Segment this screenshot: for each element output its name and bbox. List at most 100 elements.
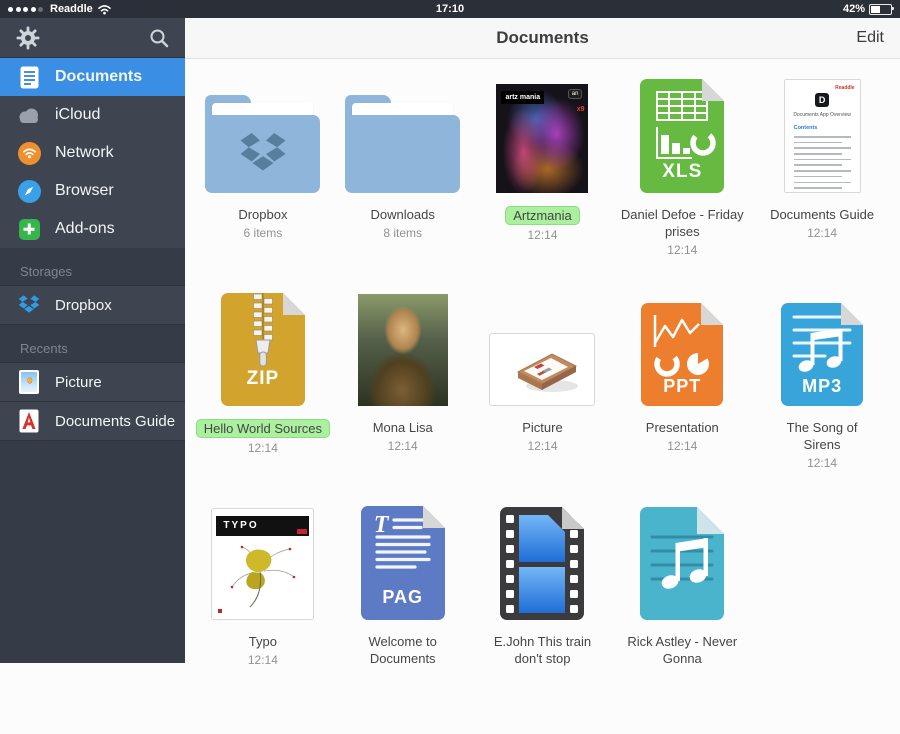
file-meta: 12:14	[388, 439, 418, 453]
file-name: Downloads	[371, 206, 435, 223]
file-name: Picture	[522, 419, 562, 436]
poster-an-badge: an	[568, 89, 583, 99]
file-meta: 12:14	[667, 439, 697, 453]
zip-label: ZIP	[221, 368, 305, 390]
pag-label: PAG	[361, 587, 445, 608]
pag-t-glyph: T	[374, 512, 389, 539]
poster-logo-text: artz mania	[501, 91, 544, 104]
settings-gear-icon[interactable]	[16, 26, 40, 50]
sidebar-item-browser[interactable]: Browser	[0, 172, 185, 210]
file-name: Typo	[249, 633, 277, 650]
file-meta: 12:14	[527, 228, 557, 242]
tile-artzmania[interactable]: artz mania an x9 Artzmania 12:14	[473, 77, 613, 290]
file-name: Daniel Defoe - Friday prises	[620, 206, 744, 240]
folder-icon	[345, 95, 460, 193]
clock: 17:10	[0, 3, 900, 15]
sidebar-item-icloud[interactable]: iCloud	[0, 96, 185, 134]
guide-app-icon: D	[815, 93, 829, 107]
file-name: The Song of Sirens	[772, 419, 872, 453]
sidebar-item-label: iCloud	[55, 106, 100, 124]
sidebar-item-label: Browser	[55, 182, 114, 200]
edit-button[interactable]: Edit	[856, 29, 884, 47]
sidebar-item-documents-guide[interactable]: Documents Guide	[0, 401, 185, 441]
guide-toc-lines	[794, 136, 851, 193]
sidebar-item-documents[interactable]: Documents	[0, 58, 185, 96]
ppt-label: PPT	[641, 376, 723, 397]
sidebar-header	[0, 18, 185, 58]
file-meta: 12:14	[527, 439, 557, 453]
tile-zip[interactable]: ZIP Hello World Sources 12:14	[193, 290, 333, 504]
file-name: Dropbox	[238, 206, 287, 223]
file-meta: 12:14	[667, 243, 697, 257]
video-file-icon	[500, 507, 584, 620]
magazine-thumbnail: TYPO	[211, 508, 314, 620]
file-grid: Dropbox 6 items Downloads 8 items artz m…	[185, 59, 900, 734]
sidebar-item-label: Add-ons	[55, 220, 115, 238]
tile-rick-astley[interactable]: Rick Astley - Never Gonna	[612, 504, 752, 734]
pag-file-icon: T PAG	[361, 506, 445, 620]
file-name: Presentation	[646, 419, 719, 436]
ppt-file-icon: PPT	[641, 303, 723, 406]
documents-page-icon	[16, 64, 42, 90]
dropbox-folder-icon	[205, 95, 320, 193]
pdf-icon	[16, 408, 42, 434]
tile-dropbox-folder[interactable]: Dropbox 6 items	[193, 77, 333, 290]
typo-title-text: TYPO	[223, 520, 258, 531]
picture-thumbnail-icon	[16, 369, 42, 395]
guide-brand-text: Readdle	[835, 85, 854, 91]
file-meta: 12:14	[248, 653, 278, 667]
tile-mona-lisa[interactable]: Mona Lisa 12:14	[333, 290, 473, 504]
sidebar-item-label: Network	[55, 144, 114, 162]
section-title-recents: Recents	[0, 325, 185, 362]
painting-thumbnail	[358, 294, 448, 406]
sidebar-item-addons[interactable]: Add-ons	[0, 210, 185, 248]
tile-downloads-folder[interactable]: Downloads 8 items	[333, 77, 473, 290]
tile-welcome-to-documents[interactable]: T PAG Welcome to Documents	[333, 504, 473, 734]
tile-typo[interactable]: TYPO Typo 12:14	[193, 504, 333, 734]
file-meta: 12:14	[248, 441, 278, 455]
page-title: Documents	[496, 28, 589, 48]
battery-percent: 42%	[843, 3, 865, 15]
sidebar: Documents iCloud Network	[0, 18, 185, 663]
status-bar: Readdle 17:10 42%	[0, 0, 900, 18]
search-icon[interactable]	[149, 28, 169, 48]
zip-file-icon: ZIP	[221, 293, 305, 406]
tile-picture[interactable]: Picture 12:14	[473, 290, 613, 504]
file-name: Welcome to Documents	[341, 633, 465, 667]
tile-xls[interactable]: XLS Daniel Defoe - Friday prises 12:14	[612, 77, 752, 290]
photo-thumbnail	[489, 333, 595, 406]
tile-video[interactable]: E.John This train don't stop	[473, 504, 613, 734]
sidebar-item-network[interactable]: Network	[0, 134, 185, 172]
section-title-storages: Storages	[0, 248, 185, 285]
file-meta: 12:14	[807, 226, 837, 240]
xls-file-icon: XLS	[640, 79, 724, 193]
audio-file-icon	[640, 507, 724, 620]
main-panel: Documents Edit Dropbox 6 items Downloads…	[185, 18, 900, 663]
tile-presentation[interactable]: PPT Presentation 12:14	[612, 290, 752, 504]
plus-addons-icon	[16, 216, 42, 242]
document-page-thumbnail: Readdle D Documents App Overview Content…	[784, 79, 861, 193]
sidebar-nav: Documents iCloud Network	[0, 58, 185, 248]
guide-title-text: Documents App Overview	[785, 112, 860, 118]
network-wifi-icon	[16, 140, 42, 166]
file-name-highlighted: Hello World Sources	[196, 419, 330, 438]
tile-song-of-sirens[interactable]: MP3 The Song of Sirens 12:14	[752, 290, 892, 504]
tile-documents-guide[interactable]: Readdle D Documents App Overview Content…	[752, 77, 892, 290]
file-name: Documents Guide	[770, 206, 874, 223]
mp3-file-icon: MP3	[781, 303, 863, 406]
poster-x9-text: x9	[577, 106, 585, 113]
file-meta: 6 items	[244, 226, 283, 240]
toolbar: Documents Edit	[185, 18, 900, 59]
battery-icon	[869, 4, 892, 15]
sidebar-item-label: Documents	[55, 68, 142, 86]
file-meta: 12:14	[807, 456, 837, 470]
dropbox-icon	[16, 292, 42, 318]
file-name-highlighted: Artzmania	[505, 206, 580, 225]
guide-contents-heading: Contents	[794, 125, 818, 131]
file-name: Rick Astley - Never Gonna	[620, 633, 744, 667]
file-name: E.John This train don't stop	[480, 633, 604, 667]
xls-label: XLS	[640, 161, 724, 183]
sidebar-item-dropbox[interactable]: Dropbox	[0, 285, 185, 325]
sidebar-item-picture[interactable]: Picture	[0, 362, 185, 401]
file-meta: 8 items	[383, 226, 422, 240]
